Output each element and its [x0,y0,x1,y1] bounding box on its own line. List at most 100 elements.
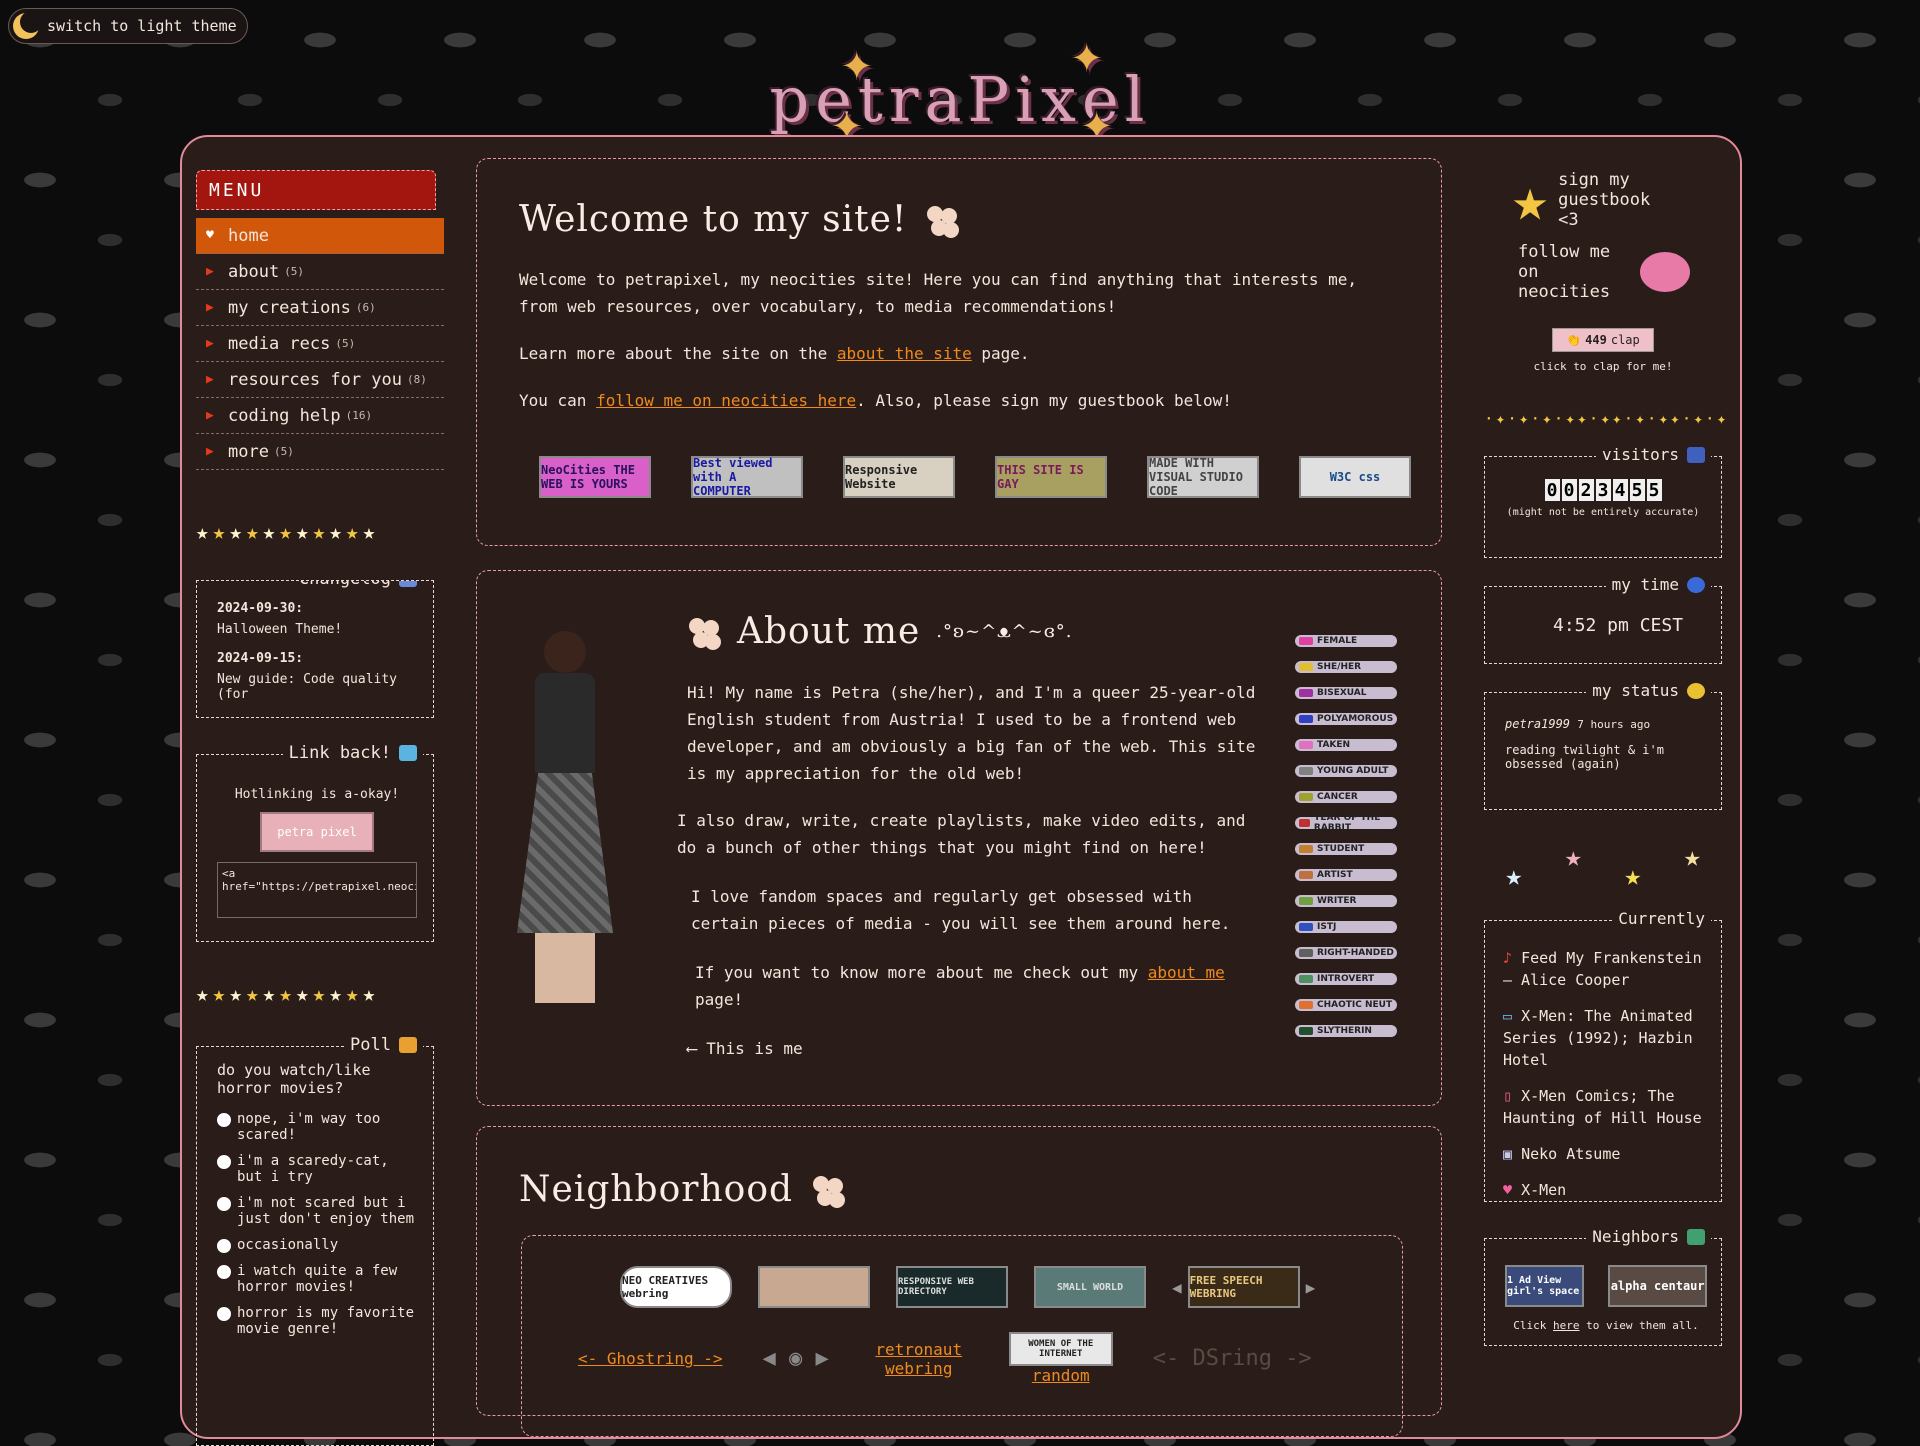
arrow-icon: ▶ [206,336,214,351]
linkback-title: Link back! [288,743,391,763]
poll-option[interactable]: nope, i'm way too scared! [217,1111,417,1143]
neighbors-link[interactable]: here [1553,1319,1580,1332]
petra-photo [515,631,615,1039]
changelog-date: 2024-09-15: [217,651,304,666]
women-of-internet: WOMEN OF THE INTERNET random [1008,1332,1113,1385]
flower-icon [685,614,721,650]
neighbor-badge[interactable]: 1 Ad View girl's space [1505,1265,1585,1307]
menu-item-resources[interactable]: ▶ resources for you (8) [196,362,444,398]
menu-label: resources for you [228,369,402,390]
poll-option[interactable]: horror is my favorite movie genre! [217,1305,417,1337]
poll-legend: Poll [344,1035,423,1055]
book-icon: ▯ [1503,1087,1513,1105]
identity-tag: SHE/HER [1295,661,1397,673]
webring-links: <- Ghostring -> ◀ ◉ ▶ retronaut webring … [578,1332,1312,1385]
webring-badges: NEO CREATIVES webring RESPONSIVE WEB DIR… [620,1266,1315,1308]
game-icon: ▣ [1503,1145,1513,1163]
this-is-me-caption: ⟵ This is me [687,1039,803,1058]
responsive-directory-badge[interactable]: RESPONSIVE WEB DIRECTORY [896,1266,1008,1308]
menu-label: more [228,441,269,462]
responsive-badge[interactable]: Responsive Website [843,456,955,498]
face-icon [1687,682,1705,699]
next-arrow-icon[interactable]: ▶ [1306,1278,1316,1297]
follow-link[interactable]: follow me on neocities here [596,391,856,410]
music-icon: ♪ [1503,949,1513,967]
welcome-heading: Welcome to my site! [519,199,1441,240]
dsring-link[interactable]: <- DSring -> [1153,1346,1312,1371]
kaomoji: .°ʚ~^ᴥ^~ɞ°. [936,621,1073,642]
neocities-badge[interactable]: NeoCities THE WEB IS YOURS [539,456,651,498]
best-viewed-badge[interactable]: Best viewed with A COMPUTER [691,456,803,498]
current-time: 4:52 pm CEST [1553,615,1684,636]
neighbor-badge[interactable]: alpha centaur [1608,1265,1707,1307]
currently-item: ▭ X-Men: The Animated Series (1992); Haz… [1503,1007,1693,1069]
poll-option[interactable]: i'm not scared but i just don't enjoy th… [217,1195,417,1227]
identity-tag: ARTIST [1295,869,1397,881]
menu-item-coding-help[interactable]: ▶ coding help (16) [196,398,444,434]
identity-tag: YOUNG ADULT [1295,765,1397,777]
linkback-box: Link back! Hotlinking is a-okay! petra p… [196,743,434,942]
webring-badge[interactable] [758,1266,870,1308]
w3c-css-badge[interactable]: W3C css [1299,456,1411,498]
flower-icon [923,202,959,238]
small-world-badge[interactable]: SMALL WORLD [1034,1266,1146,1308]
neighborhood-card: Neighborhood NEO CREATIVES webring RESPO… [476,1126,1442,1437]
radio-button[interactable] [217,1155,231,1169]
menu-count: (8) [407,373,427,386]
menu-item-more[interactable]: ▶ more (5) [196,434,444,470]
poll-option[interactable]: i watch quite a few horror movies! [217,1263,417,1295]
poll-option-label: nope, i'm way too scared! [237,1111,381,1143]
poll-option[interactable]: i'm a scaredy-cat, but i try [217,1153,417,1185]
radio-button[interactable] [217,1197,231,1211]
globe-nav-icon[interactable]: ◀ ◉ ▶ [763,1346,829,1371]
arrow-icon: ▶ [206,408,214,423]
currently-title: Currently [1618,909,1705,928]
hanging-stars: ★ ★ ★ ★ [1505,839,1701,893]
menu-item-about[interactable]: ▶ about (5) [196,254,444,290]
about-site-link[interactable]: about the site [837,344,972,363]
neo-creatives-badge[interactable]: NEO CREATIVES webring [620,1266,732,1308]
welcome-card: Welcome to my site! Welcome to petrapixe… [476,158,1442,546]
visitors-title: visitors [1601,445,1679,464]
menu-item-media-recs[interactable]: ▶ media recs (5) [196,326,444,362]
status-legend: my status [1586,681,1711,700]
about-heading: About me .°ʚ~^ᴥ^~ɞ°. [685,611,1073,652]
currently-box: Currently ♪ Feed My Frankenstein – Alice… [1484,909,1722,1202]
vscode-badge[interactable]: MADE WITH VISUAL STUDIO CODE [1147,456,1259,498]
poll-option[interactable]: occasionally [217,1237,417,1253]
menu-item-my-creations[interactable]: ▶ my creations (6) [196,290,444,326]
neighbors-legend: Neighbors [1586,1227,1711,1246]
random-link[interactable]: random [1032,1366,1090,1385]
about-me-link[interactable]: about me [1148,963,1225,982]
gay-badge[interactable]: THIS SITE IS GAY [995,456,1107,498]
guestbook-link[interactable]: ★ sign my guestbook <3 [1512,170,1722,230]
retronaut-webring-link[interactable]: retronaut webring [869,1340,969,1378]
ghostring-link[interactable]: <- Ghostring -> [578,1349,723,1368]
calendar-icon [399,581,417,587]
theme-toggle-button[interactable]: switch to light theme [8,8,248,44]
linkback-code-box[interactable]: <a href="https://petrapixel.neocities.or… [217,862,417,918]
flower-icon [809,1172,845,1208]
about-paragraph-4: If you want to know more about me check … [695,963,1225,1009]
radio-button[interactable] [217,1239,231,1253]
menu-count: (5) [273,445,294,458]
about-site-paragraph: Learn more about the site on the about t… [519,344,1030,363]
arrow-icon: ▶ [206,372,214,387]
tv-icon: ▭ [1503,1007,1513,1025]
radio-button[interactable] [217,1307,231,1321]
linkback-button-image[interactable]: petra pixel [260,812,374,852]
free-speech-webring: ◀ FREE SPEECH WEBRING ▶ [1172,1266,1315,1308]
bar-chart-icon [1687,446,1705,463]
visitors-legend: visitors [1595,445,1711,464]
women-of-internet-badge[interactable]: WOMEN OF THE INTERNET [1008,1332,1113,1366]
follow-neocities-link[interactable]: follow me on neocities [1518,242,1722,302]
prev-arrow-icon[interactable]: ◀ [1172,1278,1182,1297]
building-icon [1687,1228,1705,1245]
menu-item-home[interactable]: ♥ home [196,218,444,254]
about-title: About me [737,611,921,652]
clap-icon: 👏 [1566,333,1582,347]
clap-button[interactable]: 👏 449 clap [1552,328,1654,352]
radio-button[interactable] [217,1113,231,1127]
radio-button[interactable] [217,1265,231,1279]
free-speech-badge[interactable]: FREE SPEECH WEBRING [1187,1266,1300,1308]
